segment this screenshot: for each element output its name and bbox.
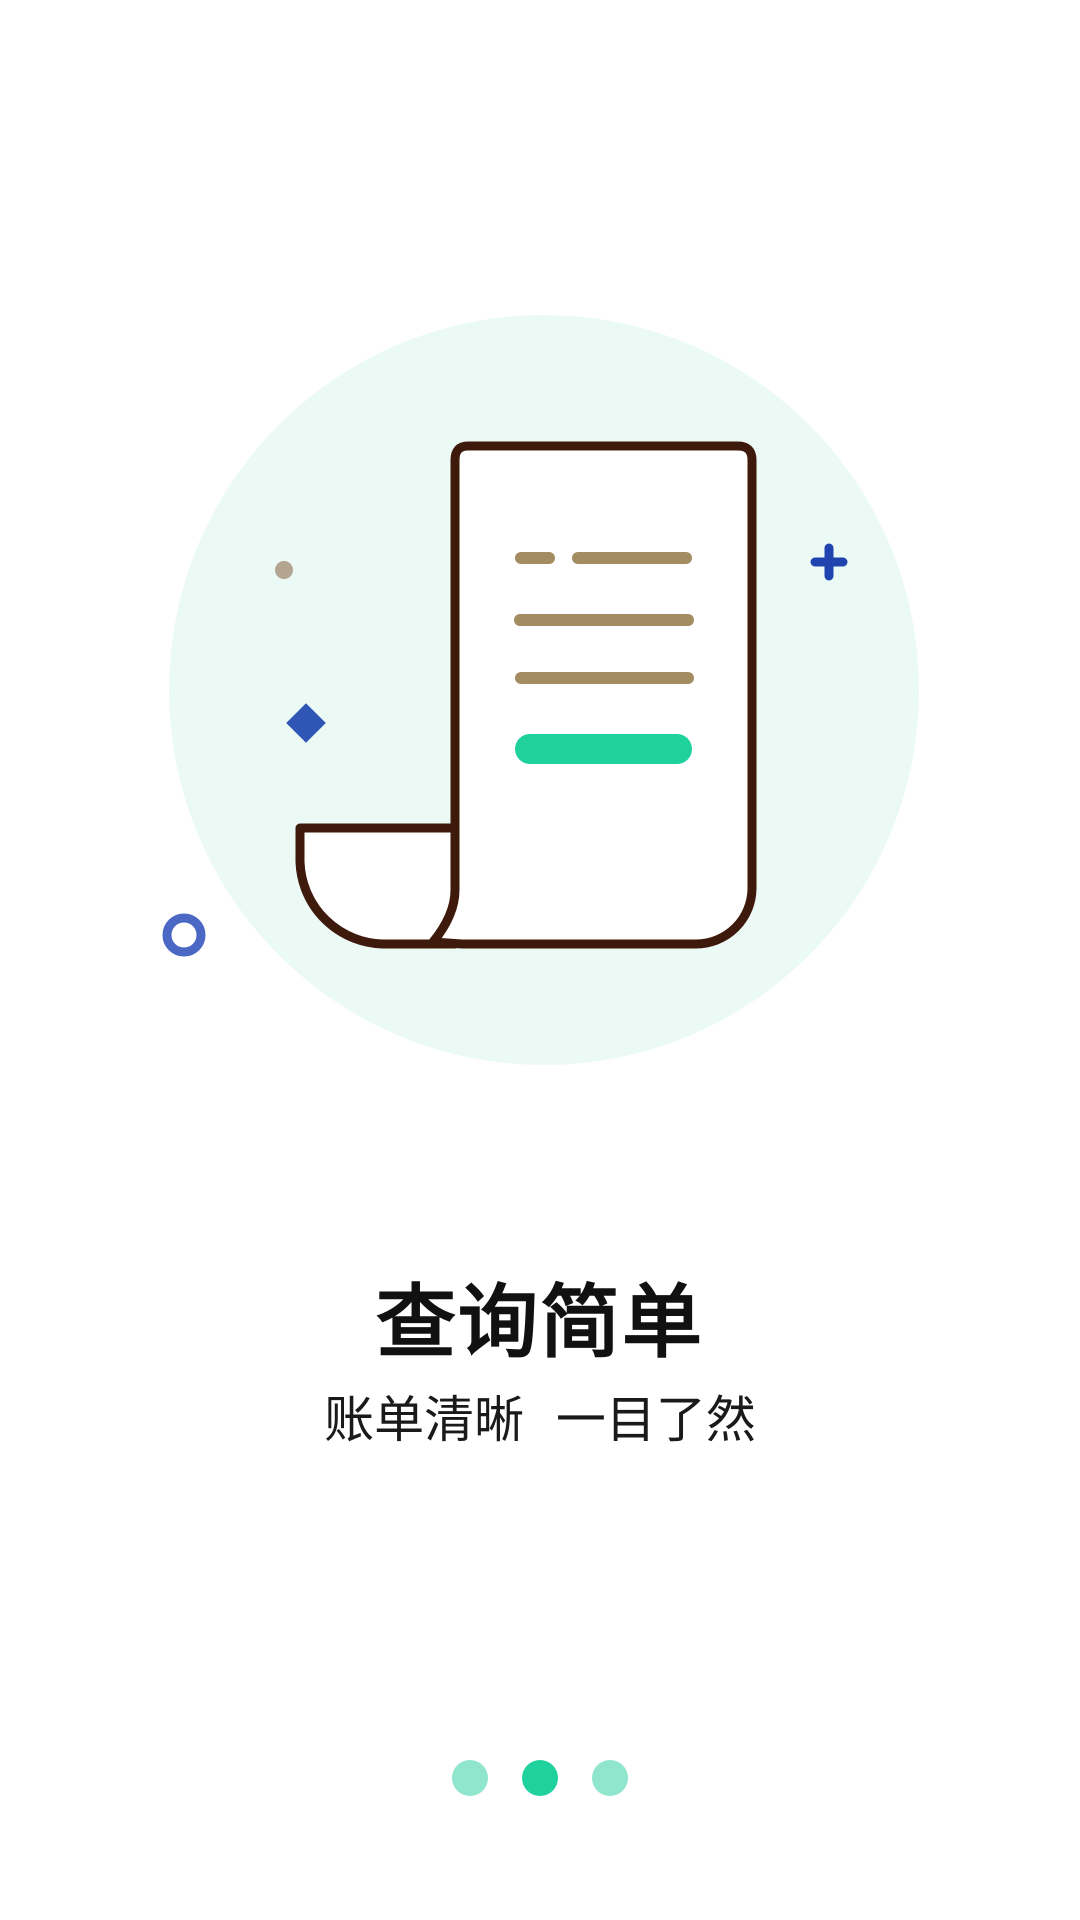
page-indicator <box>0 1760 1080 1796</box>
page-dot-2-active[interactable] <box>522 1760 558 1796</box>
page-title: 查询简单 <box>376 1276 704 1369</box>
bill-sheet <box>428 441 757 949</box>
ring-decoration <box>162 913 206 957</box>
page-dot-1[interactable] <box>452 1760 488 1796</box>
page-dot-3[interactable] <box>592 1760 628 1796</box>
bill-illustration <box>162 315 919 1065</box>
page-subtitle: 账单清晰 一目了然 <box>324 1391 756 1449</box>
gray-dot-decoration <box>275 561 293 579</box>
onboarding-screen: 查询简单 账单清晰 一目了然 <box>0 0 1080 1920</box>
